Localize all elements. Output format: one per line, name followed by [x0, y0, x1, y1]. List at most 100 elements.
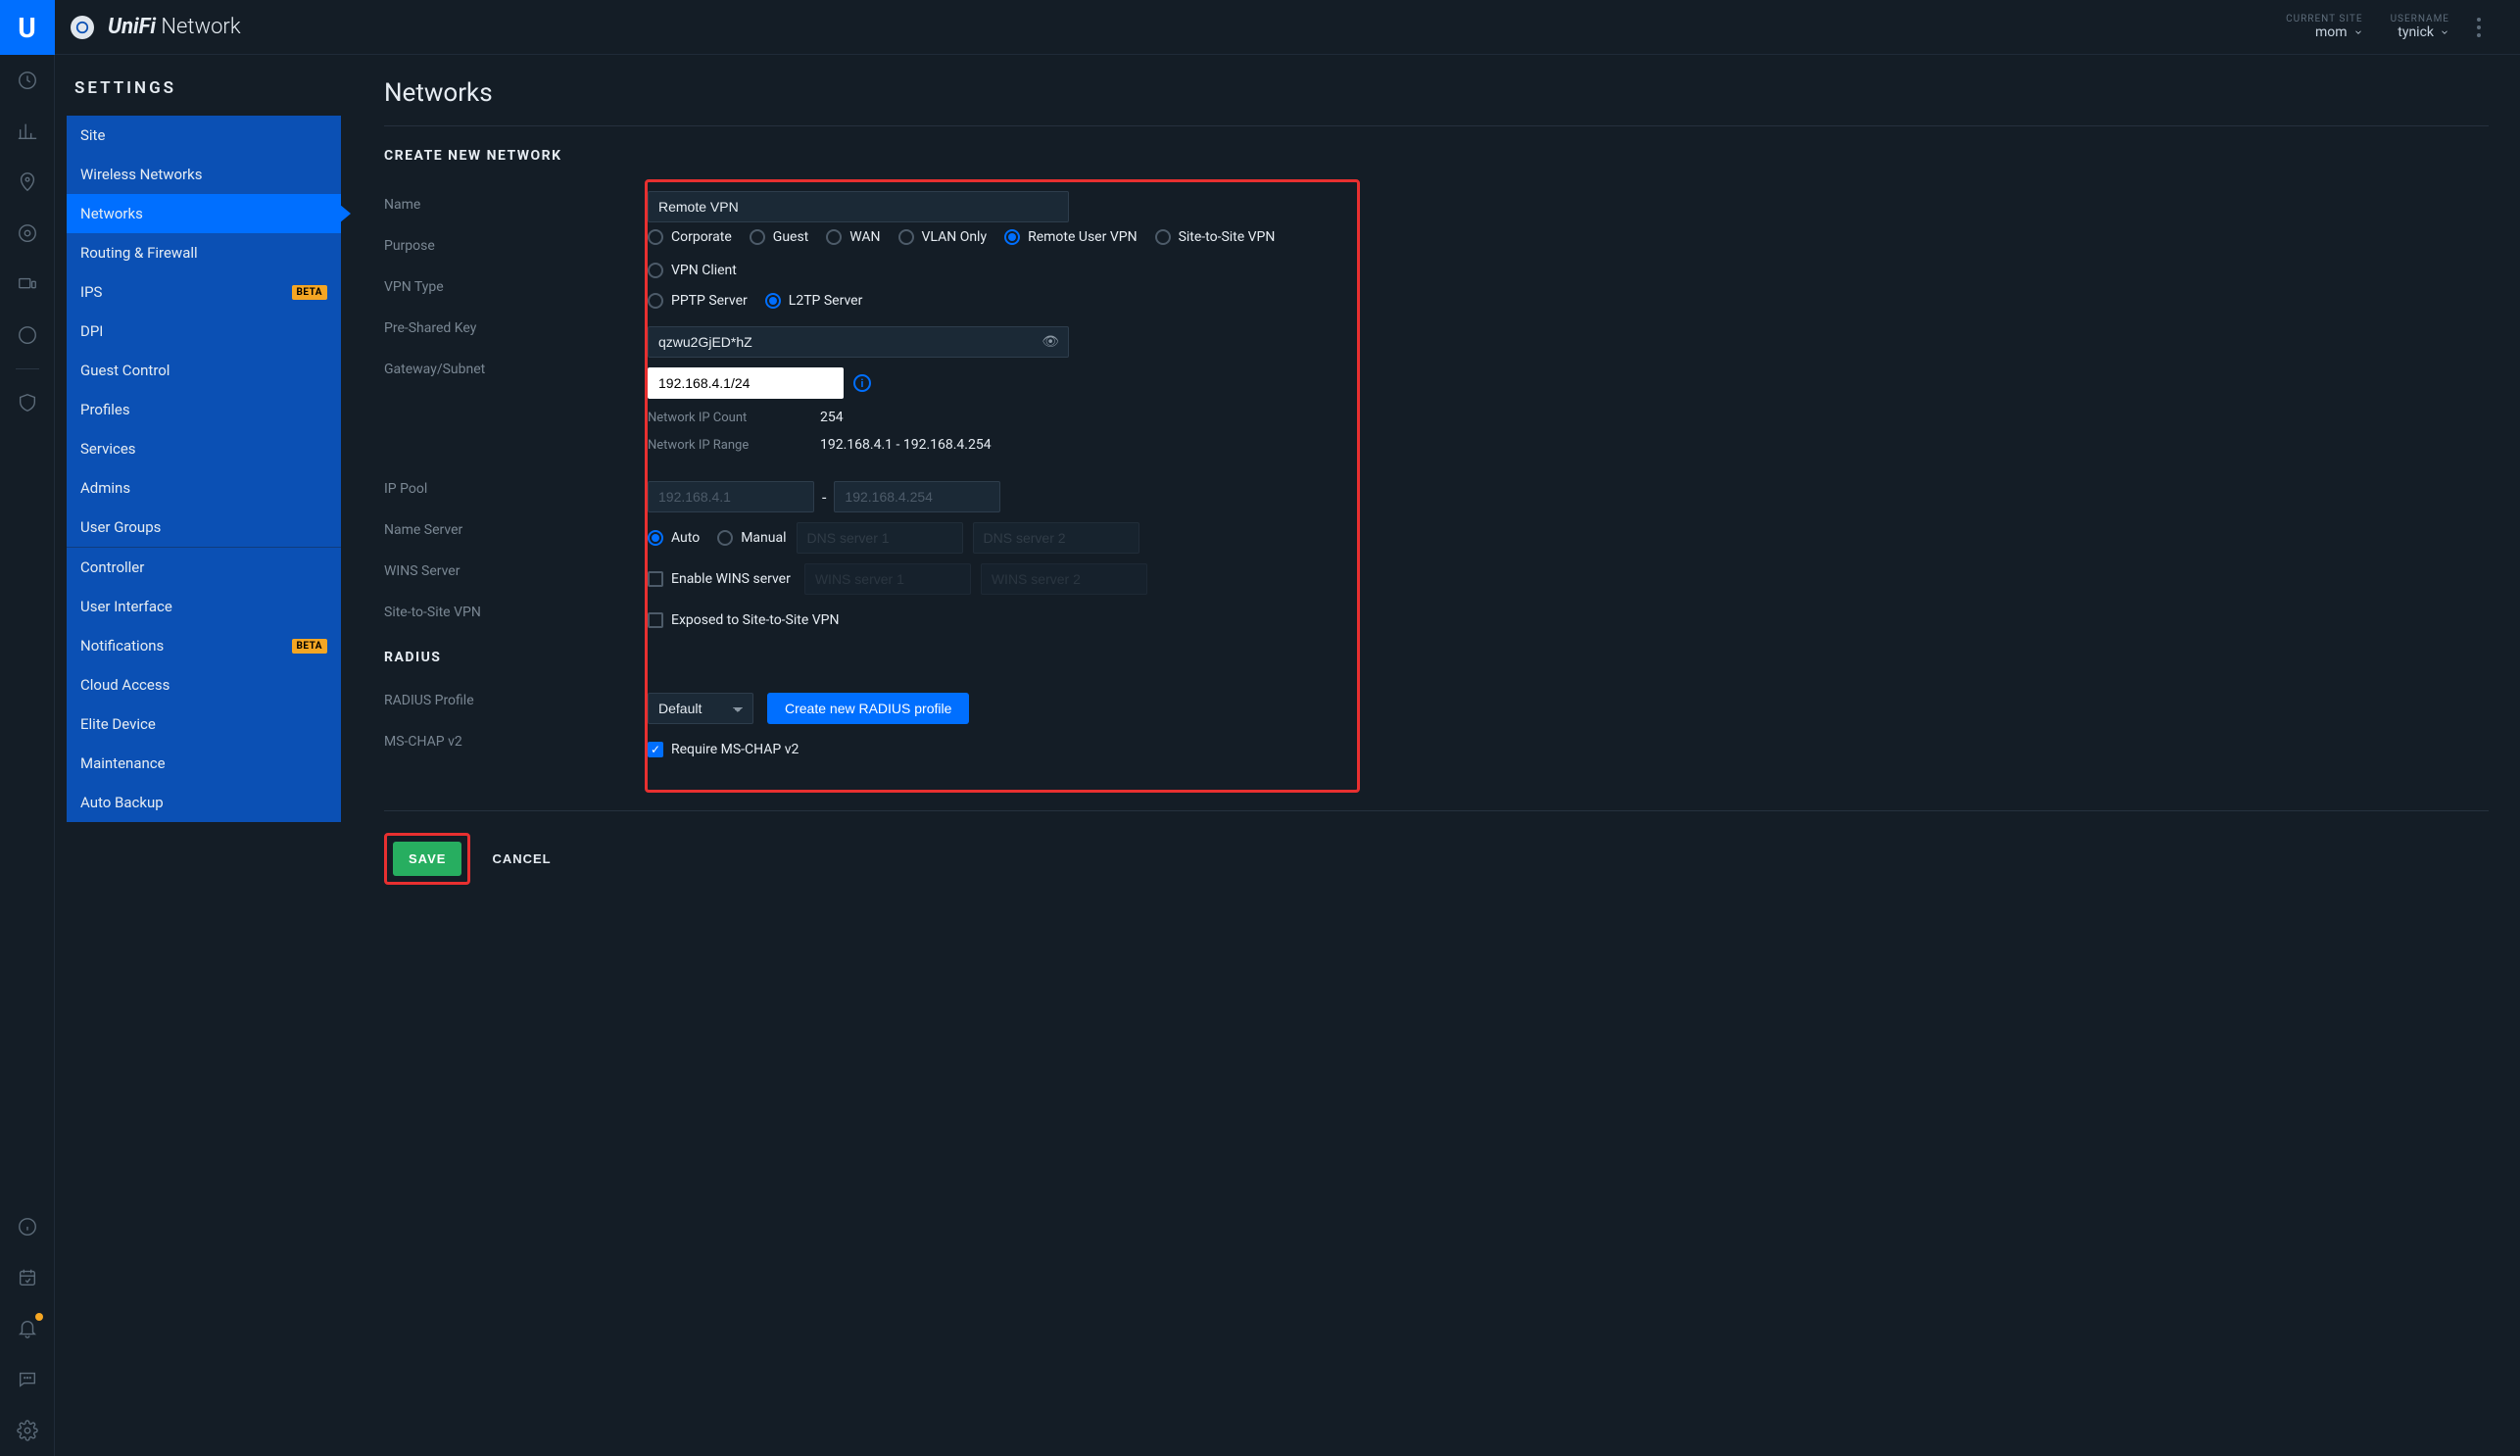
- eye-icon[interactable]: 👁: [1042, 334, 1059, 350]
- rail-dashboard[interactable]: [0, 55, 55, 106]
- rail-map[interactable]: [0, 157, 55, 208]
- vpn-type-radio-group: PPTP Server L2TP Server: [648, 293, 862, 309]
- gateway-input[interactable]: [648, 367, 844, 399]
- more-menu[interactable]: [2477, 18, 2481, 37]
- value-ip-count: 254: [820, 410, 844, 425]
- topbar: UniFi Network CURRENT SITE mom USERNAME …: [55, 0, 2520, 55]
- label-ip-range: Network IP Range: [648, 438, 820, 453]
- create-radius-button[interactable]: Create new RADIUS profile: [767, 693, 969, 724]
- sidebar-item-profiles[interactable]: Profiles: [67, 390, 341, 429]
- purpose-opt-vlan-only[interactable]: VLAN Only: [898, 229, 988, 245]
- divider: [384, 125, 2489, 126]
- require-mschap-label: Require MS-CHAP v2: [671, 742, 799, 757]
- rail-events[interactable]: [0, 1252, 55, 1303]
- radius-profile-select[interactable]: Default: [648, 693, 753, 724]
- sidebar-item-admins[interactable]: Admins: [67, 468, 341, 508]
- rail-chat[interactable]: [0, 1354, 55, 1405]
- vpn-opt-pptp-server[interactable]: PPTP Server: [648, 293, 748, 309]
- sidebar-item-dpi[interactable]: DPI: [67, 312, 341, 351]
- pool-start-input[interactable]: [648, 481, 814, 512]
- value-ip-range: 192.168.4.1 - 192.168.4.254: [820, 437, 992, 453]
- dns2-input: [973, 522, 1139, 554]
- rail-insights[interactable]: [0, 310, 55, 361]
- app-rail: U: [0, 0, 55, 1456]
- settings-sidebar: SETTINGS SiteWireless NetworksNetworksRo…: [55, 55, 353, 1456]
- label-mschap: MS-CHAP v2: [384, 732, 649, 750]
- sidebar-item-services[interactable]: Services: [67, 429, 341, 468]
- highlight-annotation: Corporate Guest WAN VLAN Only Remote User VP…: [645, 179, 1360, 793]
- label-psk: Pre-Shared Key: [384, 318, 649, 336]
- label-wins: WINS Server: [384, 561, 649, 579]
- alert-dot-icon: [35, 1313, 43, 1321]
- label-ip-count: Network IP Count: [648, 411, 820, 425]
- purpose-opt-wan[interactable]: WAN: [826, 229, 880, 245]
- label-purpose: Purpose: [384, 236, 649, 254]
- purpose-opt-site-to-site-vpn[interactable]: Site-to-Site VPN: [1155, 229, 1276, 245]
- label-vpn-type: VPN Type: [384, 277, 649, 295]
- sidebar-item-auto-backup[interactable]: Auto Backup: [67, 783, 341, 822]
- label-name: Name: [384, 195, 649, 213]
- exposed-s2s-checkbox[interactable]: [648, 612, 663, 628]
- label-name-server: Name Server: [384, 520, 649, 538]
- ubiquiti-logo[interactable]: U: [0, 0, 55, 55]
- require-mschap-checkbox[interactable]: [648, 742, 663, 757]
- enable-wins-label: Enable WINS server: [671, 571, 791, 587]
- sidebar-item-cloud-access[interactable]: Cloud Access: [67, 665, 341, 704]
- cancel-button[interactable]: CANCEL: [476, 842, 566, 876]
- save-button[interactable]: SAVE: [393, 842, 461, 876]
- sidebar-item-ips[interactable]: IPSBETA: [67, 272, 341, 312]
- purpose-opt-vpn-client[interactable]: VPN Client: [648, 263, 737, 278]
- sidebar-item-guest-control[interactable]: Guest Control: [67, 351, 341, 390]
- purpose-opt-corporate[interactable]: Corporate: [648, 229, 732, 245]
- label-gateway: Gateway/Subnet: [384, 360, 649, 377]
- wins2-input: [981, 563, 1147, 595]
- enable-wins-checkbox[interactable]: [648, 571, 663, 587]
- info-icon[interactable]: i: [853, 374, 871, 392]
- sidebar-item-controller[interactable]: Controller: [67, 548, 341, 587]
- current-site-selector[interactable]: CURRENT SITE mom: [2286, 14, 2362, 40]
- sidebar-item-user-groups[interactable]: User Groups: [67, 508, 341, 547]
- rail-alerts[interactable]: [0, 1303, 55, 1354]
- label-s2s: Site-to-Site VPN: [384, 603, 649, 620]
- beta-badge: BETA: [292, 639, 328, 654]
- sidebar-item-wireless-networks[interactable]: Wireless Networks: [67, 155, 341, 194]
- settings-heading: SETTINGS: [67, 78, 341, 116]
- rail-info[interactable]: [0, 1201, 55, 1252]
- divider: [384, 810, 2489, 811]
- rail-divider: [16, 368, 39, 369]
- sidebar-item-maintenance[interactable]: Maintenance: [67, 744, 341, 783]
- name-input[interactable]: [648, 191, 1069, 222]
- sidebar-item-site[interactable]: Site: [67, 116, 341, 155]
- rail-settings[interactable]: [0, 1405, 55, 1456]
- rail-devices[interactable]: [0, 208, 55, 259]
- purpose-opt-remote-user-vpn[interactable]: Remote User VPN: [1004, 229, 1137, 245]
- exposed-s2s-label: Exposed to Site-to-Site VPN: [671, 612, 839, 628]
- sidebar-item-notifications[interactable]: NotificationsBETA: [67, 626, 341, 665]
- sidebar-item-networks[interactable]: Networks: [67, 194, 341, 233]
- sidebar-item-user-interface[interactable]: User Interface: [67, 587, 341, 626]
- beta-badge: BETA: [292, 285, 328, 300]
- username-selector[interactable]: USERNAME tynick: [2391, 14, 2449, 40]
- nameserver-opt-manual[interactable]: Manual: [717, 530, 786, 546]
- purpose-opt-guest[interactable]: Guest: [750, 229, 808, 245]
- app-title: UniFi Network: [108, 15, 241, 39]
- rail-clients[interactable]: [0, 259, 55, 310]
- chevron-down-icon: [2440, 27, 2449, 37]
- psk-input[interactable]: [648, 326, 1069, 358]
- page-content: Networks CREATE NEW NETWORK Name Purpose…: [353, 55, 2520, 1456]
- dash-separator: -: [822, 488, 826, 507]
- sidebar-item-elite-device[interactable]: Elite Device: [67, 704, 341, 744]
- sidebar-item-routing-firewall[interactable]: Routing & Firewall: [67, 233, 341, 272]
- vpn-opt-l2tp-server[interactable]: L2TP Server: [765, 293, 863, 309]
- pool-end-input[interactable]: [834, 481, 1000, 512]
- network-app-icon: [71, 16, 94, 39]
- rail-statistics[interactable]: [0, 106, 55, 157]
- rail-security[interactable]: [0, 377, 55, 428]
- nameserver-opt-auto[interactable]: Auto: [648, 530, 700, 546]
- wins1-input: [804, 563, 971, 595]
- label-radius-profile: RADIUS Profile: [384, 691, 649, 708]
- section-heading: CREATE NEW NETWORK: [384, 148, 2489, 164]
- purpose-radio-group: Corporate Guest WAN VLAN Only Remote User VP…: [648, 229, 1357, 278]
- radius-heading: RADIUS: [384, 650, 649, 665]
- page-title: Networks: [384, 78, 2489, 108]
